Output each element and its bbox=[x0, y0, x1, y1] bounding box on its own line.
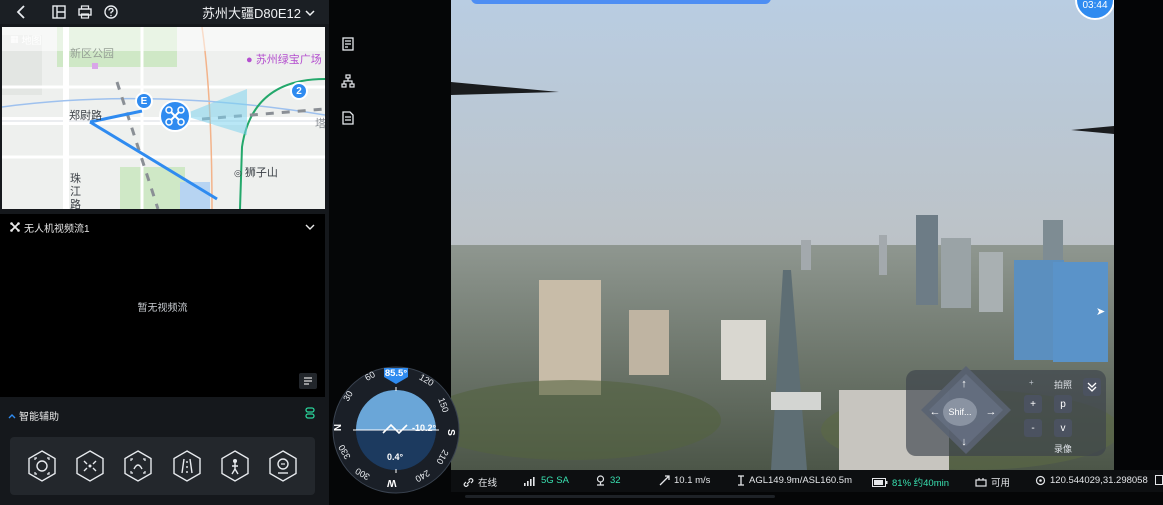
device-selector[interactable]: 苏州大疆D80E12 bbox=[202, 3, 315, 22]
list-menu-button[interactable] bbox=[299, 373, 317, 389]
speed-icon bbox=[659, 475, 670, 486]
document-icon[interactable] bbox=[341, 111, 355, 125]
drone-small-icon bbox=[10, 222, 20, 232]
mini-map[interactable]: ▦ 地图 新区公园 ● 苏州绿宝广场 郑尉路 珠 江 路 ◎ 狮子山 塔 E 2 bbox=[2, 27, 325, 209]
shift-button[interactable]: Shif... bbox=[943, 398, 977, 426]
status-satellites: 32 bbox=[595, 475, 621, 486]
map-label-park: 新区公园 bbox=[70, 48, 114, 60]
chevron-up-icon bbox=[8, 413, 16, 418]
link-icon bbox=[463, 477, 474, 487]
zoom-in-button[interactable]: + bbox=[1024, 395, 1042, 413]
no-video-text: 暂无视频流 bbox=[137, 303, 188, 314]
top-indicator bbox=[471, 0, 771, 4]
location-icon bbox=[1035, 475, 1046, 486]
status-bar: 在线 5G SA 32 10.1 m/s AGL149.9m/ASL160.5m… bbox=[451, 470, 1163, 492]
zoom-out-button[interactable]: - bbox=[1024, 419, 1042, 437]
status-altitude: AGL149.9m/ASL160.5m bbox=[737, 475, 852, 486]
tilt-value: 0.4° bbox=[387, 452, 404, 462]
vehicle-detect-icon[interactable] bbox=[120, 449, 156, 483]
double-chevron-down-icon bbox=[1087, 382, 1097, 392]
arrow-down-button[interactable]: ↓ bbox=[957, 436, 971, 450]
attitude-compass: 85.5° -10.2° 0.4° 60 120 30 150 N S 330 … bbox=[331, 365, 461, 495]
waypoint-marker-e[interactable]: E bbox=[135, 92, 153, 110]
record-v-button[interactable]: v bbox=[1054, 419, 1072, 437]
face-detect-icon[interactable] bbox=[24, 449, 60, 483]
map-label-lu: 路 bbox=[70, 199, 81, 209]
compass-mark-w: W bbox=[387, 477, 397, 488]
satellite-icon bbox=[596, 475, 605, 486]
collapse-button[interactable] bbox=[1083, 378, 1101, 396]
hierarchy-icon[interactable] bbox=[341, 74, 355, 88]
compass-dial bbox=[332, 366, 460, 494]
person-detect-icon[interactable] bbox=[217, 449, 253, 483]
battery-icon bbox=[872, 477, 888, 487]
layout-icon[interactable] bbox=[50, 3, 68, 21]
map-label-shizishan: ◎ 狮子山 bbox=[234, 167, 278, 179]
record-label: 录像 bbox=[1054, 444, 1073, 454]
smart-assist-header[interactable]: 智能辅助 bbox=[8, 408, 59, 423]
list-icon bbox=[304, 377, 312, 385]
app-root: 苏州大疆D80E12 ▦ 地图 新区公园 ● 苏州绿宝广场 郑尉路 珠 江 路 … bbox=[0, 0, 1163, 505]
left-panel: 苏州大疆D80E12 ▦ 地图 新区公园 ● 苏州绿宝广场 郑尉路 珠 江 路 … bbox=[0, 0, 329, 505]
status-overflow-icon[interactable] bbox=[1155, 475, 1163, 485]
map-label-ta: 塔 bbox=[315, 118, 325, 130]
map-icon: ▦ bbox=[10, 33, 19, 44]
mouse-cursor-icon: ➤ bbox=[1096, 306, 1106, 318]
photo-label: 拍照 bbox=[1054, 380, 1073, 390]
arrow-left-button[interactable]: ← bbox=[928, 406, 942, 420]
road-detect-icon[interactable] bbox=[169, 449, 205, 483]
compass-mark-s: S bbox=[444, 429, 456, 436]
pitch-value: -10.2° bbox=[412, 423, 437, 433]
compass-mark-n: N bbox=[333, 423, 345, 432]
status-coords: 120.544029,31.298058 bbox=[1035, 475, 1148, 486]
print-icon[interactable] bbox=[76, 3, 94, 21]
chevron-down-icon[interactable] bbox=[305, 223, 315, 231]
top-toolbar: 苏州大疆D80E12 bbox=[0, 0, 329, 24]
direction-control-panel: ↑ ↓ ← → Shif... + 拍照 + p - v 录像 bbox=[906, 366, 1106, 456]
pin-icon: ● bbox=[246, 54, 253, 66]
heading-value: 85.5° bbox=[384, 368, 408, 379]
notes-icon[interactable] bbox=[341, 37, 355, 51]
plus-small-label: + bbox=[1029, 378, 1034, 387]
avatar-detect-icon[interactable] bbox=[265, 449, 301, 483]
video-stream-panel: 无人机视频流1 暂无视频流 bbox=[0, 214, 325, 397]
status-battery: 81% 约40min bbox=[872, 475, 949, 489]
chevron-down-icon bbox=[305, 9, 315, 16]
altitude-icon bbox=[738, 475, 744, 486]
map-label-road: 郑尉路 bbox=[69, 110, 102, 122]
right-edge bbox=[1114, 0, 1163, 470]
metro-icon: ◎ bbox=[234, 168, 242, 178]
photo-p-button[interactable]: p bbox=[1054, 395, 1072, 413]
toggle-icon[interactable] bbox=[305, 407, 315, 422]
video-stream-title: 无人机视频流1 bbox=[24, 223, 90, 235]
status-speed: 10.1 m/s bbox=[659, 475, 710, 486]
device-name: 苏州大疆D80E12 bbox=[202, 6, 301, 21]
status-network: 5G SA bbox=[523, 475, 569, 486]
map-title: 地图 bbox=[21, 35, 42, 47]
back-icon[interactable] bbox=[12, 3, 30, 21]
arrow-right-button[interactable]: → bbox=[984, 406, 998, 420]
status-available: 可用 bbox=[975, 475, 1010, 489]
map-header: ▦ 地图 bbox=[2, 27, 325, 51]
home-point-icon bbox=[975, 478, 987, 487]
signal-icon bbox=[524, 476, 535, 486]
assist-tools bbox=[10, 437, 315, 495]
help-icon[interactable] bbox=[102, 3, 120, 21]
status-online: 在线 bbox=[463, 475, 497, 489]
smart-assist-title: 智能辅助 bbox=[19, 412, 59, 423]
waypoint-marker-2[interactable]: 2 bbox=[290, 82, 308, 100]
arrow-up-button[interactable]: ↑ bbox=[957, 378, 971, 392]
drone-icon[interactable] bbox=[159, 100, 191, 132]
video-stream-header[interactable]: 无人机视频流1 bbox=[0, 214, 325, 240]
scroll-track[interactable] bbox=[465, 495, 775, 498]
map-label-greenland: ● 苏州绿宝广场 bbox=[246, 54, 322, 66]
smart-assist-panel: 智能辅助 bbox=[0, 401, 325, 505]
target-lock-icon[interactable] bbox=[72, 449, 108, 483]
